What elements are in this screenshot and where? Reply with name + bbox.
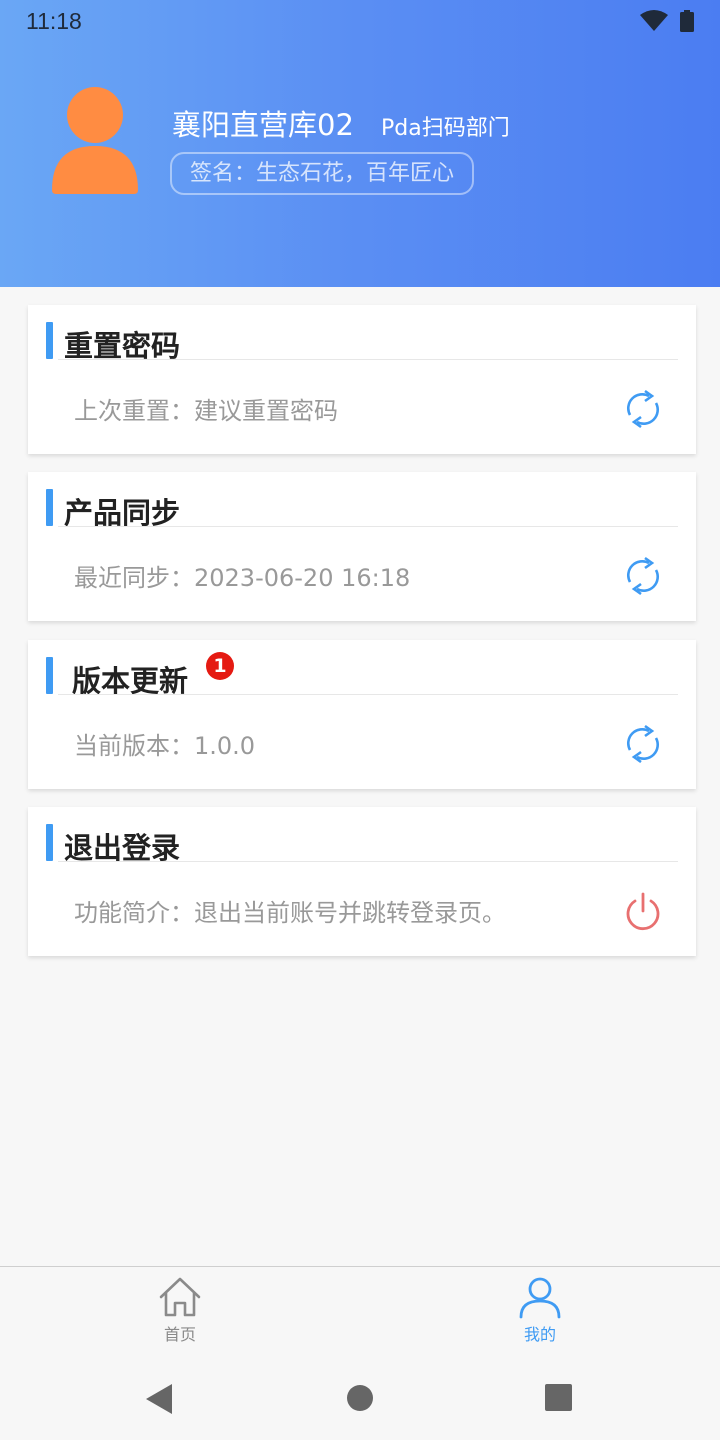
- battery-icon: [680, 10, 694, 32]
- tab-home[interactable]: 首页: [120, 1275, 240, 1355]
- tab-label: 首页: [163, 1325, 196, 1344]
- wifi-icon: [640, 10, 668, 31]
- power-icon[interactable]: [622, 890, 664, 932]
- user-department: Pda扫码部门: [381, 116, 510, 141]
- reset-password-card[interactable]: 重置密码 上次重置：建议重置密码: [28, 305, 696, 454]
- card-accent-bar: [46, 322, 53, 359]
- card-description: 上次重置：建议重置密码: [74, 397, 338, 425]
- tab-mine[interactable]: 我的: [480, 1275, 600, 1355]
- home-icon: [159, 1277, 201, 1317]
- refresh-icon[interactable]: [622, 388, 664, 430]
- bottom-tab-bar: 首页 我的: [0, 1266, 720, 1360]
- card-divider: [58, 526, 678, 527]
- product-sync-card[interactable]: 产品同步 最近同步：2023-06-20 16:18: [28, 472, 696, 621]
- user-icon: [519, 1277, 561, 1319]
- card-divider: [58, 359, 678, 360]
- card-description: 功能简介：退出当前账号并跳转登录页。: [74, 899, 506, 927]
- update-badge: 1: [206, 652, 234, 680]
- tab-label: 我的: [523, 1325, 556, 1344]
- card-divider: [58, 694, 678, 695]
- logout-card[interactable]: 退出登录 功能简介：退出当前账号并跳转登录页。: [28, 807, 696, 956]
- card-divider: [58, 861, 678, 862]
- version-update-card[interactable]: 版本更新 1 当前版本：1.0.0: [28, 640, 696, 789]
- card-accent-bar: [46, 489, 53, 526]
- user-name: 襄阳直营库02: [172, 108, 354, 142]
- profile-header: 11:18 襄阳直营库02 Pda扫码部门 签名：生态石花，百年匠心: [0, 0, 720, 287]
- home-nav-icon[interactable]: [346, 1384, 374, 1412]
- refresh-icon[interactable]: [622, 723, 664, 765]
- card-accent-bar: [46, 824, 53, 861]
- system-navigation-bar: [0, 1360, 720, 1440]
- card-accent-bar: [46, 657, 53, 694]
- status-time: 11:18: [26, 8, 82, 34]
- card-description: 当前版本：1.0.0: [74, 732, 256, 760]
- recent-apps-icon[interactable]: [545, 1384, 572, 1411]
- user-signature: 签名：生态石花，百年匠心: [170, 152, 475, 195]
- refresh-icon[interactable]: [622, 555, 664, 597]
- card-description: 最近同步：2023-06-20 16:18: [74, 564, 411, 592]
- avatar[interactable]: [50, 86, 140, 196]
- back-icon[interactable]: [144, 1382, 174, 1416]
- status-bar: 11:18: [0, 0, 720, 44]
